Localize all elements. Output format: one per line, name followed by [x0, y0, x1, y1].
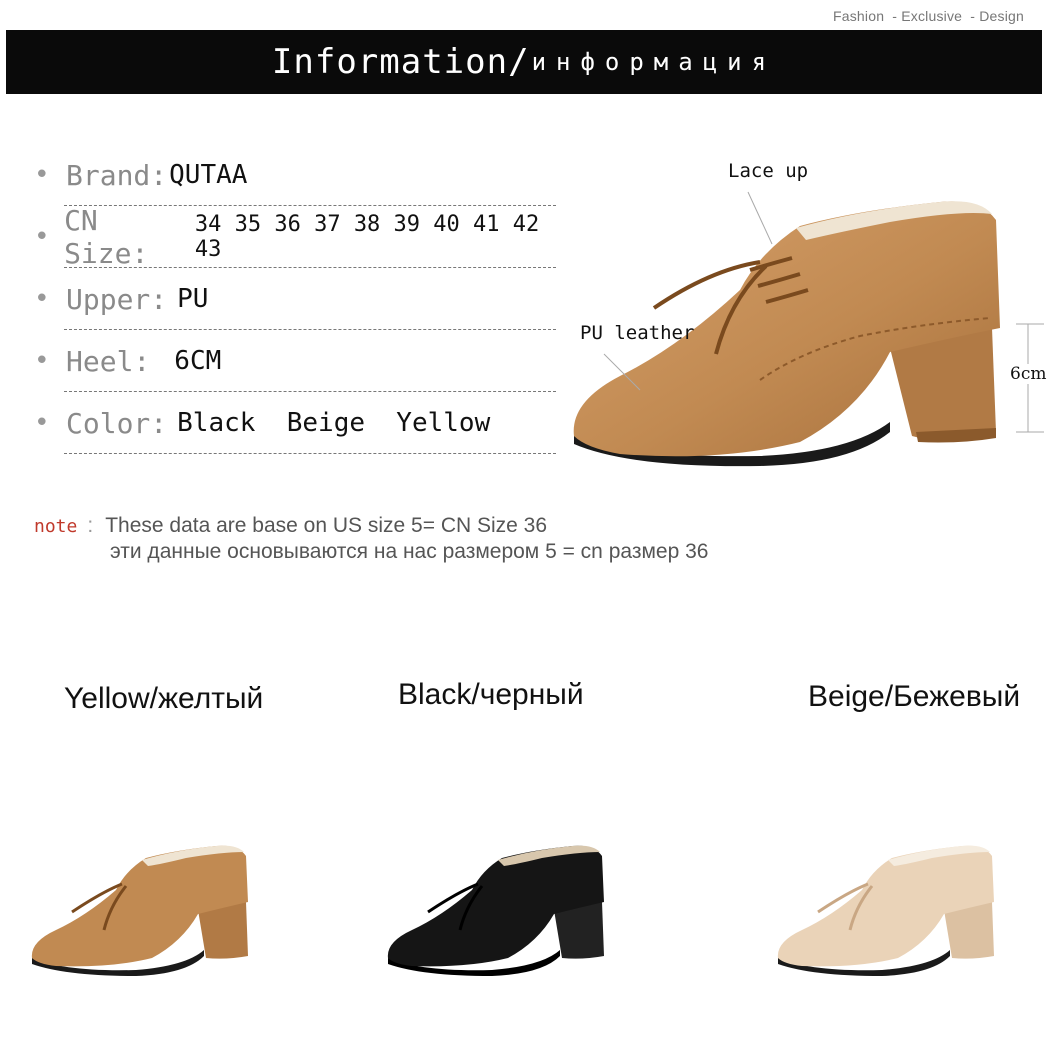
tagline-exclusive: - Exclusive: [892, 8, 963, 24]
spec-heel: • Heel: 6CM: [34, 330, 556, 392]
spec-color: • Color: Black Beige Yellow: [34, 392, 556, 454]
spec-brand: • Brand: QUTAA: [34, 144, 556, 206]
callout-lace-up: Lace up: [728, 160, 809, 182]
shoe-thumb-beige: [777, 845, 994, 976]
color-label-yellow: Yellow/желтый: [64, 682, 264, 715]
spec-list: • Brand: QUTAA • CN Size: 34 35 36 37 38…: [34, 144, 556, 454]
bullet-icon: •: [34, 222, 50, 252]
bullet-icon: •: [34, 408, 50, 438]
spec-value: PU: [177, 284, 209, 314]
spec-value: 6CM: [174, 346, 222, 376]
spec-label: Color:: [66, 406, 168, 440]
spec-label: Heel:: [66, 344, 151, 378]
shoe-thumb-black: [387, 845, 604, 976]
banner-title-en: Information/: [271, 42, 530, 82]
note-line-1: These data are base on US size 5= CN Siz…: [105, 514, 548, 537]
spec-label: CN Size:: [64, 204, 149, 270]
bullet-icon: •: [34, 346, 50, 376]
bullet-icon: •: [34, 284, 50, 314]
spec-label: Brand:: [66, 158, 168, 192]
tagline: Fashion - Exclusive - Design: [829, 8, 1024, 24]
bullet-icon: •: [34, 160, 50, 190]
banner-title-ru: информация: [531, 48, 777, 76]
callout-heel-height: 6cm: [1010, 364, 1047, 384]
spec-size: • CN Size: 34 35 36 37 38 39 40 41 42 43: [34, 204, 556, 270]
color-label-beige: Beige/Бежевый: [808, 680, 1021, 713]
callout-pu-leather: PU leather: [580, 322, 695, 344]
note-line-2: эти данные основываются на нас размером …: [110, 540, 709, 563]
size-note: note: These data are base on US size 5= C…: [34, 514, 708, 563]
note-label: note: [34, 516, 78, 537]
tagline-fashion: Fashion: [832, 8, 885, 24]
note-colon: :: [87, 514, 94, 537]
spec-value: 34 35 36 37 38 39 40 41 42 43: [194, 212, 540, 262]
shoe-thumb-yellow: [31, 845, 248, 976]
tagline-design: - Design: [970, 8, 1024, 24]
spec-upper: • Upper: PU: [34, 268, 556, 330]
hero-shoe-image: [573, 191, 1044, 467]
color-label-black: Black/черный: [398, 678, 584, 711]
spec-label: Upper:: [66, 282, 168, 316]
info-banner: Information/ информация: [6, 30, 1042, 94]
spec-value: Black Beige Yellow: [177, 408, 491, 438]
hero-shoe: Lace up PU leather 6cm: [560, 140, 1048, 480]
spec-value: QUTAA: [169, 160, 248, 190]
